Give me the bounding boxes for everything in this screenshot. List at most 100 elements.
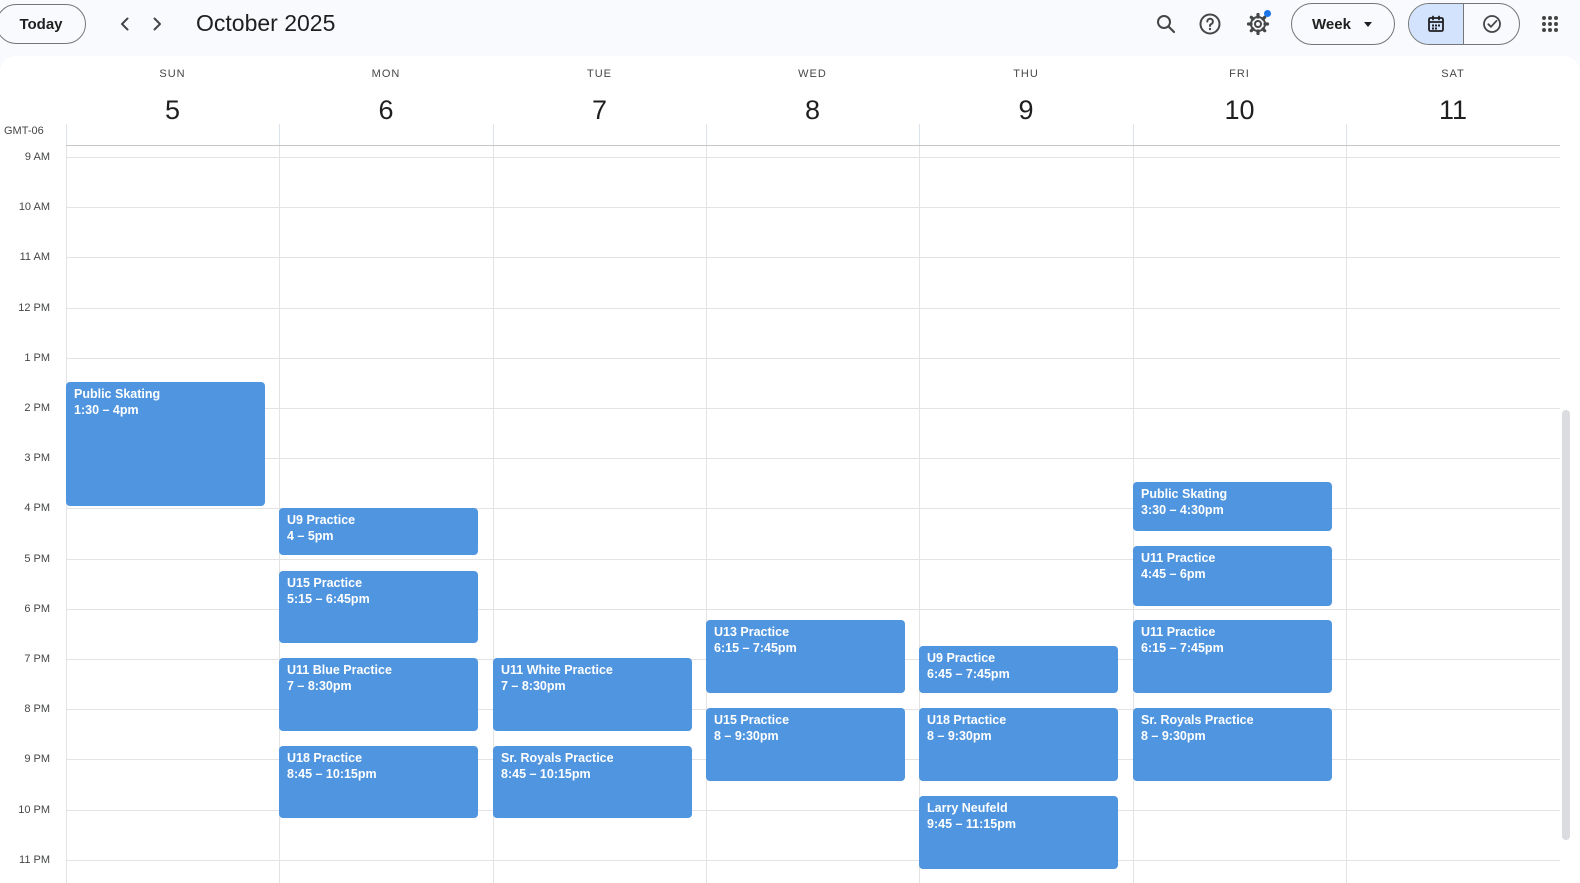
day-name: SAT: [1441, 68, 1465, 80]
event-u11-practice-fri-late[interactable]: U11 Practice 6:15 – 7:45pm: [1133, 620, 1332, 693]
time-grid: 9 AM 10 AM 11 AM 12 PM 1 PM 2 PM 3 PM 4 …: [0, 146, 1580, 883]
event-title: U9 Practice: [287, 513, 356, 527]
hour-label: 2 PM: [24, 402, 50, 414]
chevron-right-icon: [153, 17, 161, 31]
hour-label: 4 PM: [24, 502, 50, 514]
event-title: U15 Practice: [714, 713, 790, 727]
event-u15-practice-mon[interactable]: U15 Practice 5:15 – 6:45pm: [279, 571, 478, 643]
today-button[interactable]: Today: [0, 4, 86, 44]
day-column-divider: [1346, 146, 1347, 883]
day-header-thu: THU 9: [919, 56, 1133, 126]
event-u18-practice-mon[interactable]: U18 Practice 8:45 – 10:15pm: [279, 746, 478, 818]
event-time: 8:45 – 10:15pm: [287, 767, 377, 781]
view-selector-label: Week: [1312, 15, 1351, 33]
event-larry-neufeld-thu[interactable]: Larry Neufeld 9:45 – 11:15pm: [919, 796, 1118, 869]
chevron-left-icon: [121, 17, 129, 31]
search-icon: [1157, 15, 1176, 34]
calendar-view-toggle[interactable]: [1409, 4, 1465, 44]
event-sr-royals-practice-tue[interactable]: Sr. Royals Practice 8:45 – 10:15pm: [493, 746, 692, 818]
day-header-sun: SUN 5: [66, 56, 279, 126]
event-time: 6:15 – 7:45pm: [1141, 641, 1224, 655]
hour-line: [66, 860, 1560, 861]
day-number[interactable]: 8: [706, 92, 919, 128]
day-name: TUE: [587, 68, 612, 80]
hour-line: [66, 408, 1560, 409]
event-time: 9:45 – 11:15pm: [927, 817, 1016, 831]
next-week-button[interactable]: [141, 8, 173, 40]
event-u11-white-practice-tue[interactable]: U11 White Practice 7 – 8:30pm: [493, 658, 692, 731]
event-time: 8 – 9:30pm: [927, 729, 992, 743]
event-time: 8 – 9:30pm: [714, 729, 779, 743]
event-title: Public Skating: [1141, 487, 1228, 501]
event-time: 8 – 9:30pm: [1141, 729, 1206, 743]
event-time: 1:30 – 4pm: [74, 403, 139, 417]
day-name: THU: [1013, 68, 1039, 80]
hour-label: 1 PM: [24, 352, 50, 364]
event-u11-practice-fri-early[interactable]: U11 Practice 4:45 – 6pm: [1133, 546, 1332, 606]
day-name: MON: [371, 68, 401, 80]
event-u11-blue-practice-mon[interactable]: U11 Blue Practice 7 – 8:30pm: [279, 658, 478, 731]
settings-button[interactable]: [1238, 4, 1278, 44]
day-name: WED: [798, 68, 827, 80]
event-u13-practice-wed[interactable]: U13 Practice 6:15 – 7:45pm: [706, 620, 905, 693]
day-number[interactable]: 9: [919, 92, 1133, 128]
help-button[interactable]: [1190, 4, 1230, 44]
hour-label: 9 AM: [24, 151, 50, 163]
timezone-label: GMT-06: [4, 125, 44, 137]
hour-line: [66, 458, 1560, 459]
event-time: 7 – 8:30pm: [287, 679, 352, 693]
header-separator: [493, 124, 494, 146]
apps-grid-icon: [1542, 16, 1558, 32]
event-time: 8:45 – 10:15pm: [501, 767, 591, 781]
previous-week-button[interactable]: [109, 8, 141, 40]
event-u15-practice-wed[interactable]: U15 Practice 8 – 9:30pm: [706, 708, 905, 781]
event-u9-practice-thu[interactable]: U9 Practice 6:45 – 7:45pm: [919, 646, 1118, 693]
hour-label: 7 PM: [24, 653, 50, 665]
task-check-icon: [1482, 15, 1501, 33]
event-title: U11 Practice: [1141, 551, 1216, 565]
day-name: FRI: [1229, 68, 1250, 80]
event-public-skating-fri[interactable]: Public Skating 3:30 – 4:30pm: [1133, 482, 1332, 531]
event-title: Sr. Royals Practice: [501, 751, 614, 765]
day-number[interactable]: 6: [279, 92, 493, 128]
header-separator: [279, 124, 280, 146]
event-time: 4 – 5pm: [287, 529, 334, 543]
day-number[interactable]: 7: [493, 92, 706, 128]
day-number[interactable]: 10: [1133, 92, 1346, 128]
search-button[interactable]: [1146, 4, 1186, 44]
event-public-skating-sun[interactable]: Public Skating 1:30 – 4pm: [66, 382, 265, 506]
header-separator: [66, 124, 67, 146]
notification-dot: [1264, 10, 1271, 17]
week-view: SUN 5 MON 6 TUE 7 WED 8 THU 9 FRI 10 SAT…: [0, 56, 1580, 883]
tasks-view-toggle[interactable]: [1464, 4, 1519, 44]
grid-scrollbar[interactable]: [1562, 410, 1570, 840]
hour-label: 9 PM: [24, 753, 50, 765]
day-column-divider: [66, 146, 67, 883]
google-apps-button[interactable]: [1532, 4, 1568, 44]
day-header-tue: TUE 7: [493, 56, 706, 126]
header-separator: [1346, 124, 1347, 146]
hour-line: [66, 207, 1560, 208]
event-title: U13 Practice: [714, 625, 790, 639]
caret-down-icon: [1364, 22, 1372, 27]
header-separator: [1133, 124, 1134, 146]
event-time: 4:45 – 6pm: [1141, 567, 1206, 581]
hour-line: [66, 559, 1560, 560]
day-header-fri: FRI 10: [1133, 56, 1346, 126]
event-u18-prtactice-thu[interactable]: U18 Prtactice 8 – 9:30pm: [919, 708, 1118, 781]
event-time: 6:45 – 7:45pm: [927, 667, 1010, 681]
day-name: SUN: [159, 68, 186, 80]
event-title: U15 Practice: [287, 576, 363, 590]
hour-line: [66, 358, 1560, 359]
hour-label: 10 AM: [18, 201, 50, 213]
day-number[interactable]: 5: [66, 92, 279, 128]
top-bar: Today October 2025 Week: [0, 0, 1580, 56]
day-number[interactable]: 11: [1346, 92, 1560, 128]
event-sr-royals-practice-fri[interactable]: Sr. Royals Practice 8 – 9:30pm: [1133, 708, 1332, 781]
event-title: U11 Blue Practice: [287, 663, 392, 677]
header-separator: [919, 124, 920, 146]
calendar-icon: [1428, 15, 1444, 32]
event-u9-practice-mon[interactable]: U9 Practice 4 – 5pm: [279, 508, 478, 555]
event-time: 7 – 8:30pm: [501, 679, 566, 693]
view-selector[interactable]: Week: [1291, 3, 1395, 45]
